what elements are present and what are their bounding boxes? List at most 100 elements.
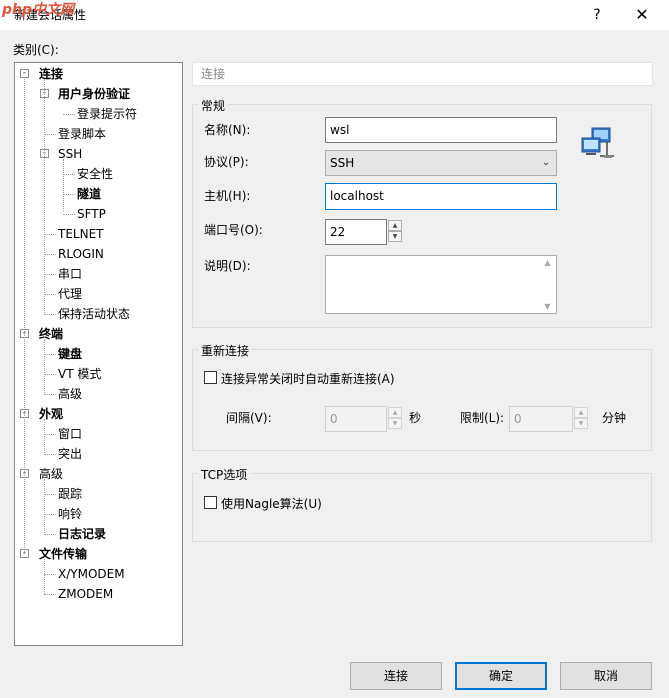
spin-up-icon[interactable]: ▲ [388,220,402,231]
reconnect-group-title: 重新连接 [198,342,253,359]
tree-connector [63,214,75,215]
tree-connector [44,274,56,275]
tcp-group-title: TCP选项 [198,466,251,483]
tree-connector [44,574,56,575]
breadcrumb: 连接 [192,62,653,86]
tree-expand-toggle-icon[interactable]: - [20,69,29,78]
auto-reconnect-checkbox[interactable] [204,371,217,384]
tree-connector [44,294,56,295]
protocol-label: 协议(P): [204,155,249,169]
port-label: 端口号(O): [204,223,263,237]
tree-item[interactable]: TELNET [58,224,104,244]
tree-item[interactable]: RLOGIN [58,244,104,264]
title-bar: 新建会话属性 php中文网 ? ✕ [0,0,669,30]
tree-item[interactable]: 日志记录 [58,524,106,544]
help-button[interactable]: ? [585,3,609,27]
tree-connector [44,394,56,395]
tree-item[interactable]: 突出 [58,444,82,464]
limit-unit: 分钟 [602,411,627,425]
ok-button[interactable]: 确定 [455,662,547,690]
tree-connector [44,454,56,455]
connect-button[interactable]: 连接 [350,662,442,690]
tree-item[interactable]: 文件传输 [39,544,87,564]
interval-field[interactable]: 0 [325,406,387,432]
tree-item[interactable]: X/YMODEM [58,564,125,584]
tree-connector [44,314,56,315]
tree-connector [24,79,25,554]
tree-item[interactable]: 保持活动状态 [58,304,130,324]
name-field[interactable]: wsl [325,117,557,143]
tree-item[interactable]: 用户身份验证 [58,84,130,104]
nagle-label[interactable]: 使用Nagle算法(U) [221,495,322,512]
tree-connector [44,514,56,515]
tree-connector [44,134,56,135]
spin-down-icon[interactable]: ▼ [388,231,402,242]
tree-item[interactable]: 窗口 [58,424,82,444]
spin-up-icon[interactable]: ▲ [388,407,402,418]
tree-connector [44,234,56,235]
general-group-title: 常规 [198,97,229,114]
category-tree[interactable]: - 连接 - 用户身份验证 登录提示符 登录脚本 - SSH 安全性 隧道 SFTP TELNET RL… [14,62,183,646]
tree-connector [44,479,45,533]
tree-connector [44,79,45,313]
host-label: 主机(H): [204,189,251,203]
tree-item[interactable]: 终端 [39,324,63,344]
tree-item[interactable]: SSH [58,144,82,164]
port-stepper[interactable]: ▲ ▼ [388,220,402,242]
description-label: 说明(D): [204,259,251,273]
tree-connector [63,159,64,211]
tree-item[interactable]: 登录脚本 [58,124,106,144]
reconnect-group [192,349,652,451]
tree-item[interactable]: VT 模式 [58,364,101,384]
limit-stepper[interactable]: ▲ ▼ [574,407,588,429]
tree-connector [44,559,45,594]
tree-connector [44,374,56,375]
tree-item[interactable]: 安全性 [77,164,113,184]
scroll-up-icon[interactable]: ▲ [539,258,556,267]
limit-field[interactable]: 0 [509,406,573,432]
tree-connector [63,114,75,115]
tree-connector [44,594,56,595]
interval-stepper[interactable]: ▲ ▼ [388,407,402,429]
protocol-select[interactable]: SSH ⌄ [325,150,557,176]
spin-up-icon[interactable]: ▲ [574,407,588,418]
tree-item[interactable]: 登录提示符 [77,104,137,124]
tree-item[interactable]: 键盘 [58,344,82,364]
tree-item[interactable]: 串口 [58,264,82,284]
tree-connector [44,354,56,355]
tree-connector [44,534,56,535]
description-scrollbar[interactable]: ▲ ▼ [539,256,556,313]
tree-item[interactable]: 高级 [58,384,82,404]
tree-item[interactable]: 高级 [39,464,63,484]
tree-connector [44,494,56,495]
tree-item[interactable]: 隧道 [77,184,101,204]
interval-unit: 秒 [409,411,422,425]
nagle-checkbox[interactable] [204,496,217,509]
name-label: 名称(N): [204,123,251,137]
port-field[interactable]: 22 [325,219,387,245]
tree-item[interactable]: ZMODEM [58,584,113,604]
protocol-value: SSH [330,156,355,170]
tree-item[interactable]: 响铃 [58,504,82,524]
tree-item[interactable]: 外观 [39,404,63,424]
interval-label: 间隔(V): [226,411,272,425]
tree-connector [63,194,75,195]
spin-down-icon[interactable]: ▼ [388,418,402,429]
close-button[interactable]: ✕ [630,3,654,27]
tree-item[interactable]: 代理 [58,284,82,304]
scroll-down-icon[interactable]: ▼ [539,302,556,311]
cancel-button[interactable]: 取消 [560,662,652,690]
tree-connector [44,254,56,255]
host-field[interactable]: localhost [325,183,557,210]
tree-connector [44,434,56,435]
category-label: 类别(C): [13,43,59,57]
tree-item[interactable]: 跟踪 [58,484,82,504]
watermark-logo: php中文网 [2,2,75,18]
network-computers-icon [580,126,616,160]
tree-item[interactable]: 连接 [39,64,63,84]
spin-down-icon[interactable]: ▼ [574,418,588,429]
tree-connector [63,174,75,175]
description-field[interactable]: ▲ ▼ [325,255,557,314]
auto-reconnect-label[interactable]: 连接异常关闭时自动重新连接(A) [221,370,395,387]
tree-item[interactable]: SFTP [77,204,106,224]
